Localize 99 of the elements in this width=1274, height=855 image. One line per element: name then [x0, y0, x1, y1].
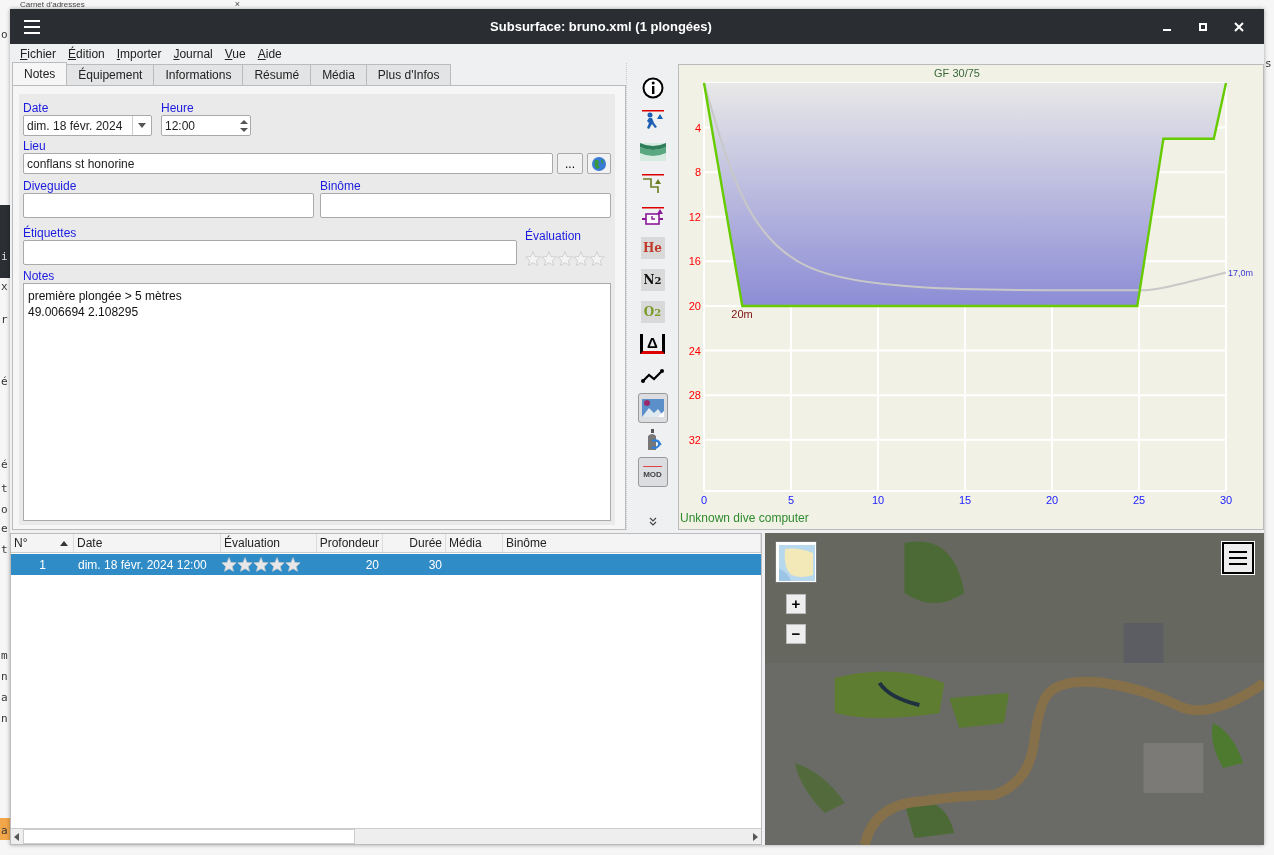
menu-item[interactable]: Édition: [62, 46, 111, 61]
chevron-icon[interactable]: [647, 516, 658, 526]
background-text: é: [1, 458, 8, 472]
axis-tick-label: 15: [958, 494, 972, 506]
axis-tick-label: 30: [1219, 494, 1233, 506]
background-text: s: [1265, 57, 1272, 71]
background-text: x: [1, 280, 8, 294]
buddy-field[interactable]: [320, 193, 611, 218]
axis-tick-label: 4: [694, 121, 701, 134]
background-text: a: [1, 691, 8, 705]
table-cell-text: 30: [427, 557, 443, 572]
photo-button[interactable]: [637, 393, 668, 423]
location-field[interactable]: conflans st honorine: [23, 153, 553, 174]
axis-tick-label: 8: [694, 166, 701, 179]
background-text: é: [1, 375, 8, 389]
image-icon: [640, 398, 665, 418]
background-text: i: [1, 250, 8, 264]
background-text: t: [1, 482, 8, 496]
info-icon: [641, 77, 664, 99]
axis-tick-label: 32: [688, 433, 701, 446]
background-text: e: [1, 522, 8, 536]
menu-item[interactable]: Importer: [110, 46, 168, 61]
step-icon: [640, 173, 665, 195]
mod-button[interactable]: MOD: [637, 457, 668, 487]
diver-icon: [640, 109, 665, 131]
tab[interactable]: Informations: [153, 64, 244, 85]
depth-annotation: 17,0m: [1228, 267, 1253, 278]
notes-field[interactable]: première plongée > 5 mètres 49.006694 2.108295: [23, 283, 611, 521]
table-cell-text: dim. 18 févr. 2024 12:00: [77, 557, 208, 572]
field-label: Heure: [161, 101, 195, 115]
tab[interactable]: Notes: [12, 62, 68, 85]
horizontal-scrollbar[interactable]: [11, 828, 761, 844]
menu-item[interactable]: Aide: [251, 46, 288, 61]
menu-item[interactable]: Journal: [167, 46, 219, 61]
window-title: Subsurface: bruno.xml (1 plongées): [489, 19, 713, 34]
column-header[interactable]: N°: [11, 534, 74, 552]
tab[interactable]: Plus d'Infos: [365, 64, 452, 85]
axis-tick-label: 25: [1132, 494, 1146, 506]
spin-arrows-icon: [240, 117, 248, 134]
background-text: o: [1, 28, 8, 42]
date-field[interactable]: dim. 18 févr. 2024: [23, 115, 152, 136]
background-text: r: [1, 313, 8, 327]
background-text: t: [1, 543, 8, 557]
tags-field[interactable]: [23, 240, 517, 265]
tab[interactable]: Média: [310, 64, 367, 85]
column-header[interactable]: Durée: [383, 534, 446, 552]
caret-icon: [138, 123, 146, 128]
background-text: m: [1, 649, 8, 663]
menu-item[interactable]: Vue: [218, 46, 252, 61]
dive-computer-label: Unknown dive computer: [680, 511, 809, 525]
globe-button[interactable]: [587, 153, 611, 174]
close-icon[interactable]: [1234, 21, 1244, 32]
zoom-in-button[interactable]: +: [786, 594, 806, 614]
menu-icon[interactable]: [24, 19, 40, 34]
field-label: Étiquettes: [23, 226, 78, 240]
axis-tick-label: 24: [688, 344, 701, 357]
depth-annotation: 20m: [731, 307, 753, 320]
gradient-icon: [639, 143, 666, 161]
axis-tick-label: 28: [688, 389, 701, 402]
field-label: Évaluation: [525, 229, 583, 243]
column-header[interactable]: Binôme: [503, 534, 761, 552]
zoom-out-button[interactable]: −: [786, 624, 806, 644]
table-cell-text: 20: [364, 557, 380, 572]
background-text: n: [1, 712, 8, 726]
background-text: a: [1, 824, 8, 838]
menu-item[interactable]: Fichier: [14, 46, 63, 61]
axis-tick-label: 12: [688, 210, 701, 223]
column-header[interactable]: Date: [74, 534, 221, 552]
axis-tick-label: 20: [688, 299, 701, 312]
chart-title: GF 30/75: [934, 67, 980, 79]
field-label: Notes: [23, 269, 56, 283]
menu-button[interactable]: [1222, 542, 1254, 574]
field-label: Date: [23, 101, 50, 115]
axis-tick-label: 5: [787, 494, 795, 506]
field-label: Lieu: [23, 139, 47, 153]
field-label: Binôme: [320, 179, 362, 193]
axis-tick-label: 20: [1045, 494, 1059, 506]
menu-icon: [1229, 551, 1247, 565]
dive-row[interactable]: 1 dim. 18 févr. 2024 12:00 20 30: [11, 554, 761, 575]
axis-tick-label: 16: [688, 255, 701, 268]
axis-tick-label: 0: [700, 494, 708, 506]
tab[interactable]: Résumé: [242, 64, 312, 85]
tab[interactable]: Équipement: [66, 64, 155, 85]
timer-icon: [640, 205, 665, 227]
column-header[interactable]: Évaluation: [221, 534, 317, 552]
axis-tick-label: 10: [871, 494, 885, 506]
close-icon: ×: [234, 0, 240, 9]
field-label: Diveguide: [23, 179, 78, 193]
diveguide-field[interactable]: [23, 193, 314, 218]
time-field[interactable]: 12:00: [161, 115, 251, 136]
column-header[interactable]: Profondeur: [317, 534, 383, 552]
browse-button[interactable]: ...: [557, 153, 583, 174]
maximize-icon[interactable]: [1198, 21, 1208, 32]
background-tab-title: Carnet d'adresses: [20, 0, 85, 9]
background-text: n: [1, 670, 8, 684]
column-header[interactable]: Média: [446, 534, 503, 552]
line-graph-icon: [640, 368, 665, 384]
background-text: o: [1, 503, 8, 517]
table-cell-text: 1: [38, 557, 47, 572]
